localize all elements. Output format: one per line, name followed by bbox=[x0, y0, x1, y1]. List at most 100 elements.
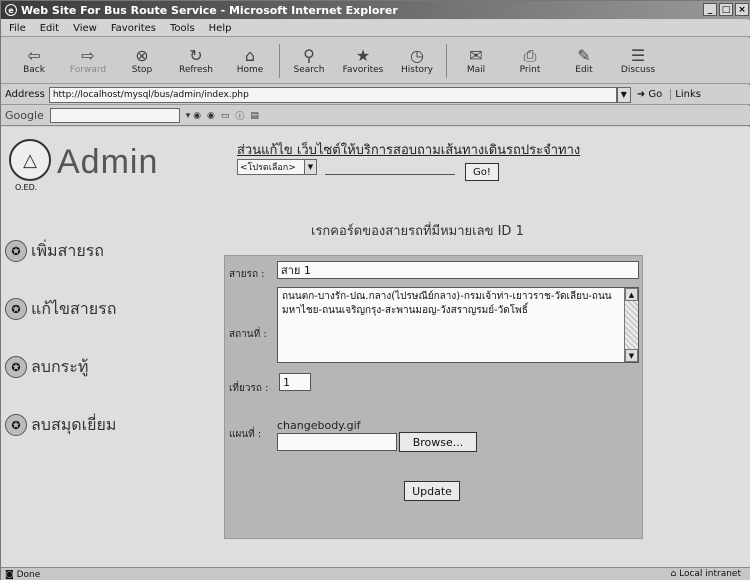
menu-bar: File Edit View Favorites Tools Help bbox=[1, 20, 750, 37]
sidebar-item-add-route[interactable]: ✪ เพิ่มสายรถ bbox=[5, 232, 185, 270]
pagerank-icon: ▭ bbox=[220, 110, 230, 121]
go-button[interactable]: ➜ Go bbox=[637, 89, 662, 100]
page-content: △ O.ED. Admin ส่วนแก้ไข เว็บไซต์ให้บริกา… bbox=[1, 127, 750, 567]
header-go-button[interactable]: Go! bbox=[465, 163, 499, 181]
favorites-button[interactable]: ★ Favorites bbox=[336, 41, 390, 81]
sidebar-bullet-icon: ✪ bbox=[5, 240, 27, 262]
minimize-button[interactable]: _ bbox=[703, 3, 717, 16]
back-button[interactable]: ⇦ Back bbox=[7, 41, 61, 81]
go-arrow-icon: ➜ bbox=[636, 89, 646, 100]
logo-caption: O.ED. bbox=[15, 183, 38, 192]
browser-window: e Web Site For Bus Route Service - Micro… bbox=[0, 0, 750, 580]
maximize-button[interactable]: □ bbox=[719, 3, 733, 16]
chevron-down-icon: ▼ bbox=[304, 160, 316, 174]
form-heading: เรกคอร์ดของสายรถที่มีหมายเลข ID 1 bbox=[311, 224, 524, 239]
triangle-logo-icon: △ bbox=[9, 139, 51, 181]
address-dropdown-button[interactable]: ▼ bbox=[616, 86, 631, 103]
sidebar-item-label: ลบสมุดเยี่ยม bbox=[31, 414, 117, 434]
map-label: แผนที่ : bbox=[229, 429, 262, 440]
sidebar-item-label: แก้ไขสายรถ bbox=[31, 298, 117, 318]
address-url: http://localhost/mysql/bus/admin/index.p… bbox=[52, 89, 249, 100]
menu-favorites[interactable]: Favorites bbox=[111, 23, 156, 34]
route-input[interactable]: สาย 1 bbox=[277, 261, 639, 279]
print-button[interactable]: ⎙ Print bbox=[503, 41, 557, 81]
places-textarea-value: ถนนตก-บางรัก-ปณ.กลาง(ไปรษณีย์กลาง)-กรมเจ… bbox=[282, 291, 612, 316]
history-icon: ◷ bbox=[410, 45, 424, 65]
window-title: Web Site For Bus Route Service - Microso… bbox=[21, 3, 398, 17]
edit-label: Edit bbox=[575, 64, 593, 75]
sidebar: ✪ เพิ่มสายรถ ✪ แก้ไขสายรถ ✪ ลบกระทู้ ✪ ล… bbox=[5, 232, 185, 464]
back-label: Back bbox=[23, 64, 45, 75]
browser-toolbar: ⇦ Back ⇨ Forward ⊗ Stop ↻ Refresh ⌂ Home ⚲ Sea… bbox=[1, 38, 750, 84]
sidebar-bullet-icon: ✪ bbox=[5, 298, 27, 320]
search-button[interactable]: ⚲ Search bbox=[282, 41, 336, 81]
forward-label: Forward bbox=[69, 64, 107, 75]
history-label: History bbox=[400, 64, 434, 75]
admin-title: Admin bbox=[57, 143, 159, 181]
route-input-value: สาย 1 bbox=[281, 264, 311, 277]
google-search-site-icon[interactable]: ◉ bbox=[207, 111, 215, 121]
info-icon[interactable]: ⓘ bbox=[235, 109, 244, 122]
menu-tools[interactable]: Tools bbox=[170, 23, 195, 34]
section-select-value: <โปรดเลือก> bbox=[240, 163, 296, 173]
google-search-web-icon[interactable]: ▾ ◉ bbox=[186, 111, 201, 121]
google-logo[interactable]: Google bbox=[5, 109, 44, 122]
discuss-label: Discuss bbox=[620, 64, 656, 75]
sidebar-bullet-icon: ✪ bbox=[5, 356, 27, 378]
update-button[interactable]: Update bbox=[404, 481, 460, 501]
go-label: Go bbox=[648, 89, 663, 100]
links-button[interactable]: Links bbox=[670, 89, 701, 100]
internet-explorer-icon: e bbox=[5, 4, 17, 16]
mail-label: Mail bbox=[466, 64, 486, 75]
forward-arrow-icon: ⇨ bbox=[81, 45, 95, 65]
sidebar-item-delete-guestbook[interactable]: ✪ ลบสมุดเยี่ยม bbox=[5, 406, 185, 444]
highlight-icon[interactable]: ▤ bbox=[250, 111, 259, 121]
home-icon: ⌂ bbox=[244, 45, 256, 65]
menu-view[interactable]: View bbox=[73, 23, 97, 34]
menu-edit[interactable]: Edit bbox=[40, 23, 59, 34]
refresh-button[interactable]: ↻ Refresh bbox=[169, 41, 223, 81]
history-button[interactable]: ◷ History bbox=[390, 41, 444, 81]
stop-icon: ⊗ bbox=[135, 45, 149, 65]
sidebar-item-edit-route[interactable]: ✪ แก้ไขสายรถ bbox=[5, 290, 185, 328]
sidebar-bullet-icon: ✪ bbox=[5, 414, 27, 436]
home-button[interactable]: ⌂ Home bbox=[223, 41, 277, 81]
print-icon: ⎙ bbox=[523, 45, 537, 65]
search-icon: ⚲ bbox=[303, 45, 315, 65]
header-search-input[interactable] bbox=[325, 161, 455, 175]
intranet-icon: ⌂ bbox=[670, 569, 680, 579]
sidebar-item-delete-thread[interactable]: ✪ ลบกระทู้ bbox=[5, 348, 185, 386]
trips-input[interactable]: 1 bbox=[279, 373, 311, 391]
menu-file[interactable]: File bbox=[9, 23, 26, 34]
google-search-input[interactable] bbox=[49, 108, 180, 123]
search-label: Search bbox=[293, 64, 325, 75]
address-bar: Address http://localhost/mysql/bus/admin… bbox=[1, 85, 750, 105]
stop-button[interactable]: ⊗ Stop bbox=[115, 41, 169, 81]
print-label: Print bbox=[519, 64, 541, 75]
browse-button[interactable]: Browse... bbox=[399, 432, 477, 452]
places-scrollbar[interactable]: ▲ ▼ bbox=[624, 288, 638, 362]
status-text: Done bbox=[16, 569, 41, 580]
refresh-label: Refresh bbox=[179, 64, 213, 75]
address-input[interactable]: http://localhost/mysql/bus/admin/index.p… bbox=[48, 86, 617, 103]
forward-button[interactable]: ⇨ Forward bbox=[61, 41, 115, 81]
scroll-down-icon[interactable]: ▼ bbox=[625, 349, 638, 362]
trips-label: เที่ยวรถ : bbox=[229, 383, 269, 394]
close-button[interactable]: × bbox=[735, 3, 749, 16]
sidebar-item-label: เพิ่มสายรถ bbox=[31, 240, 104, 260]
status-bar: ◙ Done ⌂ Local intranet bbox=[1, 567, 750, 580]
address-label: Address bbox=[5, 89, 45, 100]
header-subtitle: ส่วนแก้ไข เว็บไซต์ให้บริการสอบถามเส้นทาง… bbox=[237, 143, 581, 158]
places-textarea[interactable]: ถนนตก-บางรัก-ปณ.กลาง(ไปรษณีย์กลาง)-กรมเจ… bbox=[277, 287, 639, 363]
map-file-input[interactable] bbox=[277, 433, 397, 451]
trips-input-value: 1 bbox=[283, 375, 290, 389]
edit-button[interactable]: ✎ Edit bbox=[557, 41, 611, 81]
map-current-file: changebody.gif bbox=[277, 419, 361, 432]
scroll-up-icon[interactable]: ▲ bbox=[625, 288, 638, 301]
section-select[interactable]: <โปรดเลือก> ▼ bbox=[237, 159, 317, 175]
mail-icon: ✉ bbox=[469, 45, 483, 65]
discuss-button[interactable]: ☰ Discuss bbox=[611, 41, 665, 81]
menu-help[interactable]: Help bbox=[209, 23, 232, 34]
mail-button[interactable]: ✉ Mail bbox=[449, 41, 503, 81]
google-toolbar: Google ▾ ◉ ◉ ▭ ⓘ ▤ bbox=[1, 106, 750, 126]
